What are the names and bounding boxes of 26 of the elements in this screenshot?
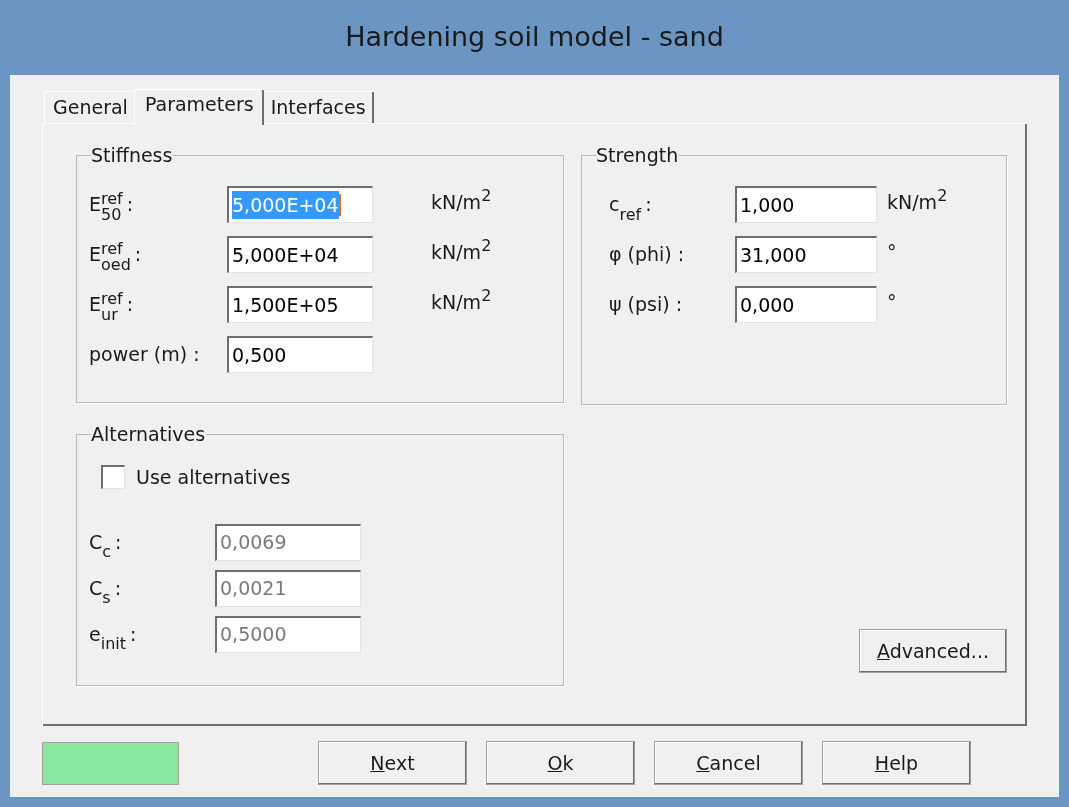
checkbox[interactable] (101, 465, 125, 490)
field-label: ψ (psi) : (609, 292, 684, 318)
field-label: power (m) : (89, 342, 201, 368)
checkbox-label: Use alternatives (136, 465, 291, 490)
dialog-button[interactable]: Next (318, 741, 467, 785)
unit-label: kN/m$^{2}$ (431, 238, 493, 265)
input-field[interactable]: 1,500E+05 (227, 286, 373, 323)
unit-label: kN/m$^{2}$ (887, 188, 949, 215)
tab[interactable]: Parameters (133, 89, 264, 125)
input-field[interactable]: 0,000 (735, 286, 877, 323)
dialog-button[interactable]: Ok (486, 741, 635, 785)
input-field[interactable]: 31,000 (735, 236, 877, 273)
input-field[interactable]: 0,500 (227, 336, 373, 373)
dialog-button[interactable]: Help (822, 741, 971, 785)
unit-label: ° (887, 240, 898, 265)
advanced-button[interactable]: Advanced... (859, 629, 1007, 673)
field-label: φ (phi) : (609, 242, 686, 268)
dialog-button[interactable]: Cancel (654, 741, 803, 785)
input-field[interactable]: 5,000E+04 (227, 236, 373, 273)
window-title: Hardening soil model - sand (345, 20, 724, 55)
unit-label: ° (887, 290, 898, 315)
tab[interactable]: General (44, 91, 136, 123)
unit-label: kN/m$^{2}$ (431, 188, 493, 215)
input-field[interactable]: 1,000 (735, 186, 877, 223)
tab[interactable]: Interfaces (261, 91, 374, 123)
unit-label: kN/m$^{2}$ (431, 288, 493, 315)
